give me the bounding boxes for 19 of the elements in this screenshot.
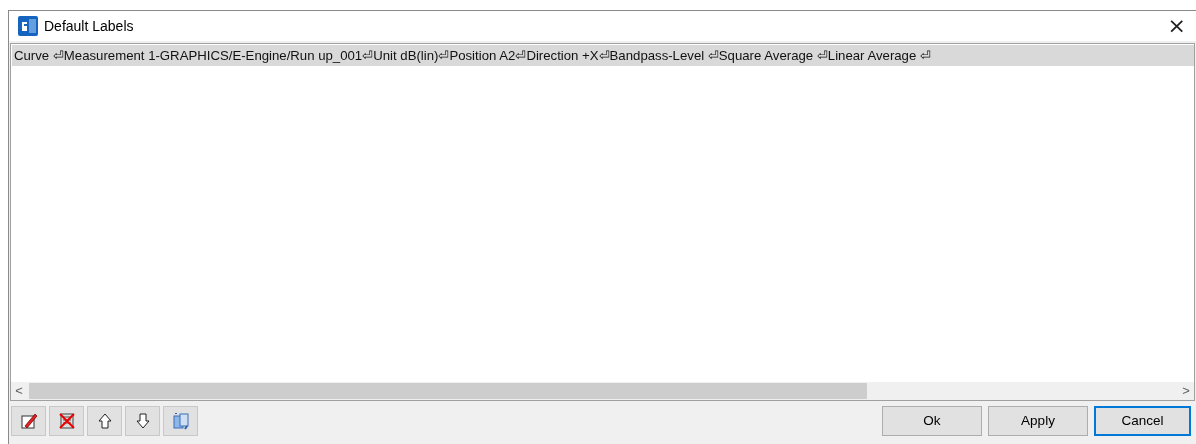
pencil-button[interactable] (11, 406, 46, 436)
arrow-down-button[interactable] (125, 406, 160, 436)
dialog-button[interactable]: Cancel (1094, 406, 1191, 436)
list-row[interactable]: Curve ⏎Measurement 1-GRAPHICS/E-Engine/Run up_001⏎Unit dB(lin)⏎Position A2⏎Direction +X⏎Bandpass-Level ⏎Square Average ⏎Linear Average ⏎ (12, 45, 1194, 66)
scrollbar-thumb[interactable] (29, 383, 867, 399)
delete-icon (56, 411, 77, 431)
window-title: Default Labels (44, 16, 134, 36)
arrow-up-button[interactable] (87, 406, 122, 436)
scroll-left-button[interactable]: < (11, 381, 27, 401)
scroll-right-button[interactable]: > (1178, 381, 1194, 401)
dialog-button[interactable]: Ok (882, 406, 982, 436)
horizontal-scrollbar[interactable]: < > (11, 382, 1194, 400)
close-button[interactable]: × (1167, 15, 1186, 37)
documents-swap-button[interactable] (163, 406, 198, 436)
delete-button[interactable] (49, 406, 84, 436)
app-logo-icon (18, 16, 38, 36)
pencil-icon (18, 411, 39, 431)
documents-swap-icon (170, 411, 191, 431)
dialog-button[interactable]: Apply (988, 406, 1088, 436)
